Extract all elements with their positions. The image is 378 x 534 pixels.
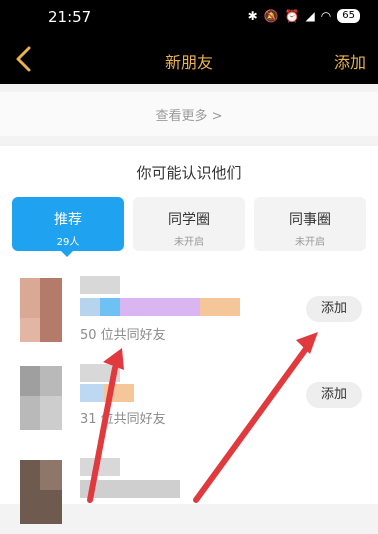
add-button[interactable]: 添加 xyxy=(306,382,362,408)
mutual-friends-count: 31 位共同好友 xyxy=(80,412,166,427)
add-button[interactable]: 添加 xyxy=(306,296,362,322)
mutual-friends-count: 50 位共同好友 xyxy=(80,328,166,343)
blurred-name xyxy=(100,298,120,316)
avatar xyxy=(20,366,62,430)
tab-label: 推荐 xyxy=(54,212,82,228)
nav-bar: 新朋友 添加 xyxy=(0,34,378,84)
tab-sub: 29人 xyxy=(56,237,80,248)
blurred-name xyxy=(80,480,180,498)
bluetooth-icon: ✱ xyxy=(247,9,258,23)
blurred-name xyxy=(80,298,100,316)
blurred-name xyxy=(104,384,134,402)
see-more-bar: 查看更多 > xyxy=(0,92,378,136)
blurred-name xyxy=(120,298,200,316)
blurred-name xyxy=(200,298,240,316)
tab-sub: 未开启 xyxy=(295,237,325,248)
blurred-name xyxy=(80,458,120,476)
alarm-icon: ⏰ xyxy=(284,9,300,23)
blurred-name xyxy=(80,276,120,294)
suggestions-panel: 你可能认识他们 推荐 29人 同学圈 未开启 同事圈 未开启 50 位共同好友 … xyxy=(0,146,378,524)
signal-icon: ◢ xyxy=(305,9,315,23)
list-item[interactable] xyxy=(0,450,378,534)
battery-icon: 65 xyxy=(337,9,360,23)
mute-icon: 🔕 xyxy=(263,9,279,23)
status-time: 21:57 xyxy=(48,8,92,26)
see-more-link[interactable]: 查看更多 > xyxy=(0,105,378,124)
blurred-name xyxy=(80,364,120,382)
tab-classmates[interactable]: 同学圈 未开启 xyxy=(133,197,245,251)
list-item[interactable]: 50 位共同好友 添加 xyxy=(0,274,378,358)
status-bar: 21:57 ✱ 🔕 ⏰ ◢ ◠ 65 xyxy=(0,0,378,34)
tab-label: 同事圈 xyxy=(289,212,331,228)
add-friend-button[interactable]: 添加 xyxy=(334,49,366,73)
avatar xyxy=(20,278,62,342)
status-icons: ✱ 🔕 ⏰ ◢ ◠ 65 xyxy=(248,9,360,23)
active-tab-pointer xyxy=(61,251,73,257)
list-item[interactable]: 31 位共同好友 添加 xyxy=(0,362,378,446)
blurred-name xyxy=(80,384,104,402)
wifi-icon: ◠ xyxy=(320,9,332,23)
avatar xyxy=(20,460,62,524)
section-title: 你可能认识他们 xyxy=(136,164,242,182)
page-title: 新朋友 xyxy=(164,53,213,72)
tab-sub: 未开启 xyxy=(174,237,204,248)
tab-recommend[interactable]: 推荐 29人 xyxy=(12,197,124,251)
tab-colleagues[interactable]: 同事圈 未开启 xyxy=(254,197,366,251)
tab-label: 同学圈 xyxy=(168,212,210,228)
